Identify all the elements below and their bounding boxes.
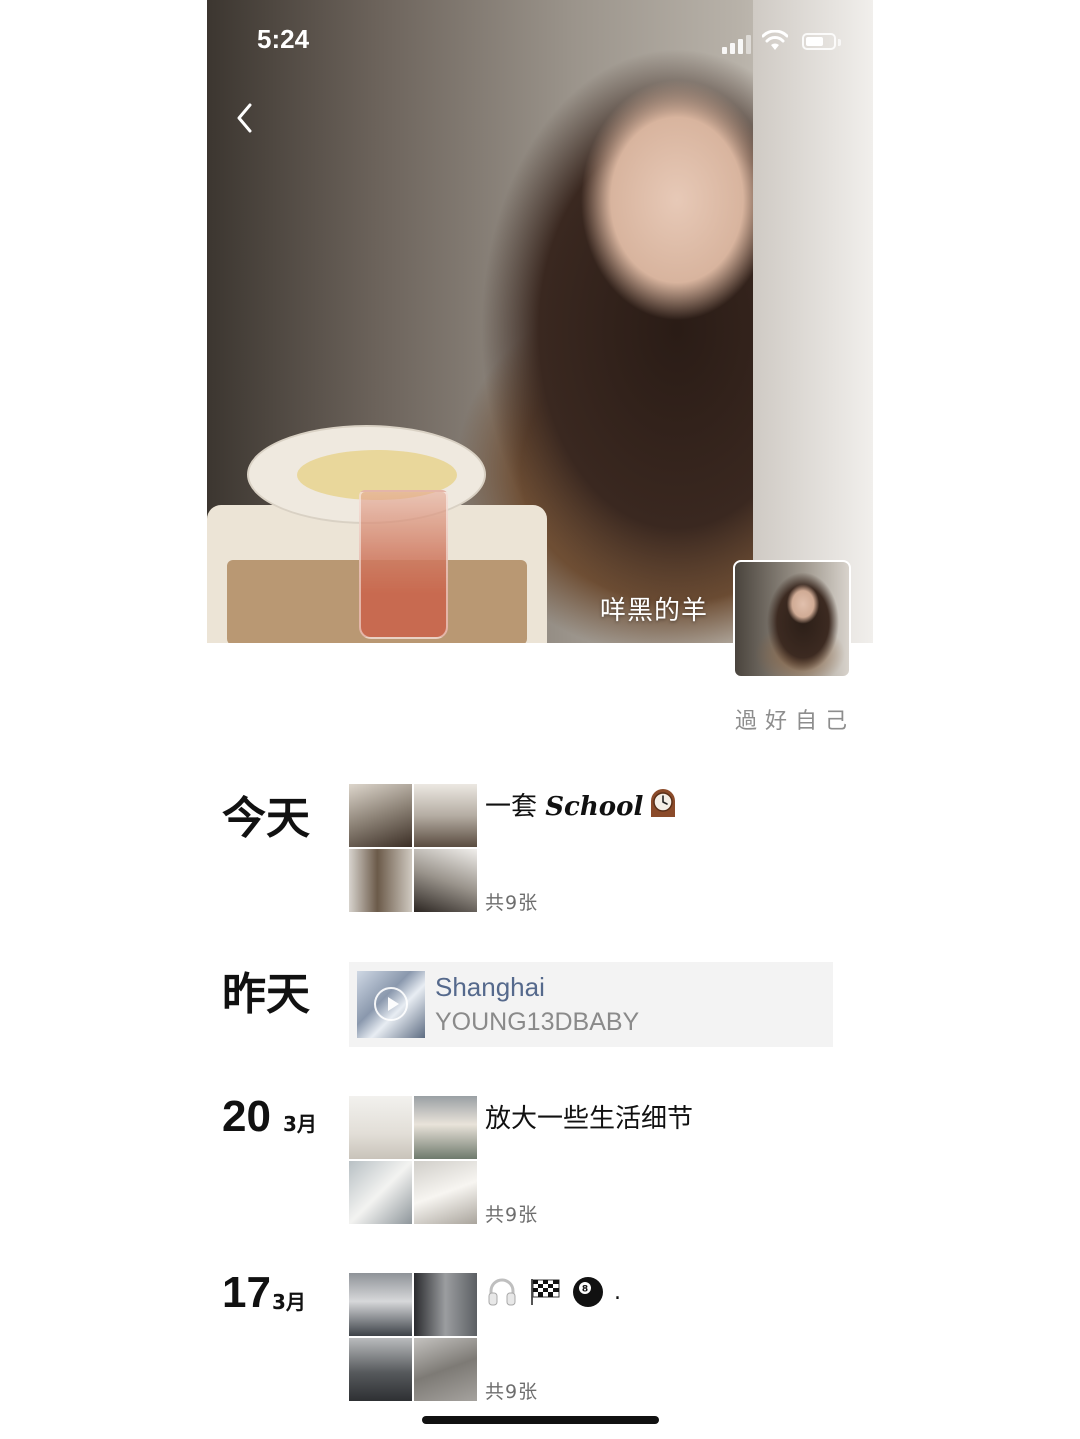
photo-count-20: 共9张	[485, 1204, 539, 1226]
checkered-flag-icon	[531, 1279, 560, 1305]
signal-bar-2	[730, 43, 735, 54]
day-month-17: 3月	[272, 1290, 306, 1314]
svg-text:8: 8	[582, 1285, 588, 1295]
post-thumb	[349, 1161, 412, 1224]
play-triangle	[388, 997, 399, 1011]
cover-photo[interactable]	[207, 0, 873, 643]
battery-tip	[838, 39, 841, 46]
cover-cup	[359, 490, 448, 639]
post-thumb	[414, 849, 477, 912]
status-time: 5:24	[257, 24, 310, 54]
post-thumb	[414, 784, 477, 847]
music-artist: YOUNG13DBABY	[435, 1008, 640, 1036]
play-icon	[374, 987, 408, 1021]
headphones-icon	[488, 1278, 516, 1306]
cover-wall	[753, 0, 873, 643]
post-thumb	[349, 849, 412, 912]
post-thumb	[349, 1273, 412, 1336]
status-icons	[722, 30, 842, 54]
post-thumb	[414, 1096, 477, 1159]
signature: 過好自己	[735, 709, 856, 734]
post-title-20[interactable]: 放大一些生活细节	[485, 1098, 693, 1135]
photo-count-today: 共9张	[485, 892, 539, 914]
post-title-prefix: 一套	[485, 792, 546, 822]
battery-fill	[806, 37, 823, 46]
music-cover	[357, 971, 425, 1038]
signal-bar-1	[722, 47, 727, 54]
avatar[interactable]	[733, 560, 851, 678]
post-title-suffix: .	[614, 1279, 621, 1305]
day-label-yesterday: 昨天	[222, 969, 310, 1020]
post-grid-17[interactable]	[349, 1273, 477, 1401]
signal-bar-4	[746, 35, 751, 54]
back-icon[interactable]	[232, 100, 258, 136]
post-title-school: School	[545, 792, 644, 822]
post-thumb	[349, 1338, 412, 1401]
post-thumb	[414, 1273, 477, 1336]
photo-count-17: 共9张	[485, 1381, 539, 1403]
user-name: 咩黑的羊	[600, 596, 709, 626]
day-label-today: 今天	[222, 793, 310, 844]
post-thumb	[414, 1338, 477, 1401]
wifi-icon	[762, 30, 788, 50]
clock-icon	[651, 789, 676, 817]
music-card[interactable]: Shanghai YOUNG13DBABY	[349, 962, 833, 1047]
8-ball-icon: 8	[573, 1277, 603, 1307]
signal-bar-3	[738, 39, 743, 54]
day-number-20: 20	[222, 1092, 271, 1141]
battery-icon	[802, 33, 836, 50]
post-title-today[interactable]: 一套 School	[485, 786, 681, 823]
day-month-20: 3月	[283, 1112, 317, 1136]
post-grid-today[interactable]	[349, 784, 477, 912]
music-title: Shanghai	[435, 972, 545, 1002]
home-indicator[interactable]	[422, 1416, 659, 1424]
post-thumb	[414, 1161, 477, 1224]
post-title-17[interactable]: 8 .	[486, 1275, 621, 1309]
day-number-17: 17	[222, 1268, 271, 1317]
post-thumb	[349, 1096, 412, 1159]
post-thumb	[349, 784, 412, 847]
post-grid-20[interactable]	[349, 1096, 477, 1224]
